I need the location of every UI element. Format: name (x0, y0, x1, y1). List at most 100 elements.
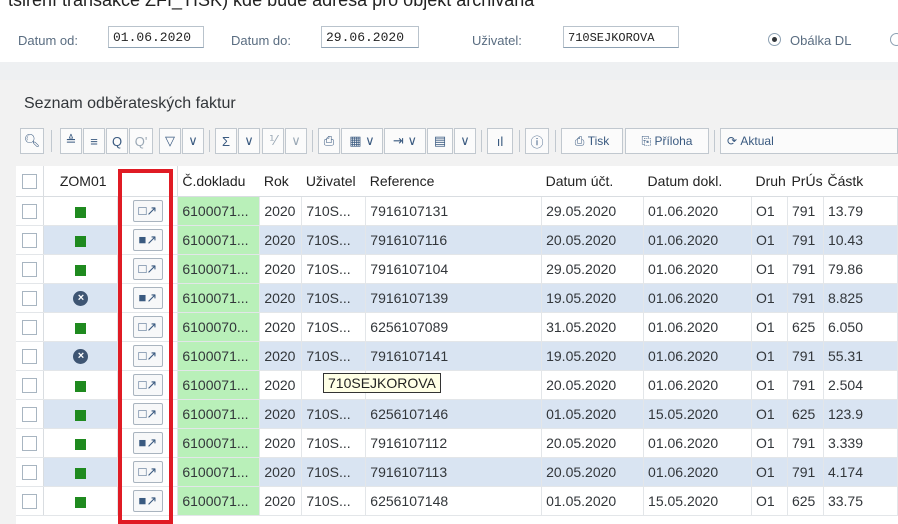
views-icon[interactable]: ▦ ∨ (341, 128, 383, 154)
sort-ascending-icon[interactable]: ≜ (60, 128, 82, 154)
row-checkbox[interactable] (16, 341, 45, 371)
checkbox-icon (22, 494, 38, 510)
second-radio[interactable] (890, 33, 898, 46)
year-cell: 2020 (259, 399, 303, 429)
row-checkbox[interactable] (16, 457, 45, 487)
green-square-icon (75, 206, 87, 218)
pru-cell: 791 (787, 225, 824, 255)
reference-cell: 6256107146 (365, 399, 543, 429)
year-cell: 2020 (259, 225, 303, 255)
magnifier-icon[interactable]: 🔍︎ (20, 128, 44, 154)
doc-date-cell: 01.06.2020 (643, 196, 752, 226)
kind-cell: O1 (751, 283, 788, 313)
column-header-doc-number[interactable]: Č.dokladu (177, 166, 260, 197)
row-checkbox[interactable] (16, 196, 45, 226)
column-header-doc-date[interactable]: Datum dokl. (643, 166, 752, 197)
envelope-dl-label: Obálka DL (790, 33, 852, 48)
status-cell (43, 225, 119, 255)
user-field[interactable]: 710SEJKOROVA (563, 26, 679, 48)
column-header-reference[interactable]: Reference (365, 166, 542, 197)
date-from-field[interactable]: 01.06.2020 (108, 26, 204, 48)
row-checkbox[interactable] (16, 283, 45, 313)
sum-dropdown-icon[interactable]: ∨ (238, 128, 260, 154)
user-cell: 710S... (301, 196, 367, 226)
export-icon[interactable]: ⇥ ∨ (384, 128, 426, 154)
kind-cell: O1 (751, 370, 788, 400)
reference-cell: 6256107089 (365, 312, 543, 342)
doc-number-cell: 6100071... (177, 399, 261, 429)
column-header-kind[interactable]: Druh (751, 166, 788, 197)
row-checkbox[interactable] (16, 370, 45, 400)
select-all-checkbox[interactable] (16, 166, 45, 197)
row-checkbox[interactable] (16, 486, 45, 516)
doc-date-cell: 01.06.2020 (643, 254, 752, 284)
green-square-icon (75, 235, 87, 247)
toolbar-separator (312, 130, 313, 152)
attachment-label: Příloha (654, 134, 693, 148)
column-header-pru[interactable]: PrÚs (787, 166, 824, 197)
info-icon[interactable]: ⓘ (525, 128, 549, 154)
refresh-button[interactable]: ⟳ Aktual (720, 128, 898, 154)
user-cell: 710S... (301, 312, 367, 342)
toolbar-separator (519, 130, 520, 152)
posting-date-cell: 29.05.2020 (541, 196, 645, 226)
row-checkbox[interactable] (16, 225, 45, 255)
column-header-user[interactable]: Uživatel (301, 166, 366, 197)
user-cell: 710S... (301, 486, 367, 516)
layout-dropdown-icon[interactable]: ∨ (454, 128, 476, 154)
column-header-posting-date[interactable]: Datum účt. (541, 166, 644, 197)
filter-dropdown-icon[interactable]: ∨ (182, 128, 204, 154)
column-header-zom01[interactable]: ZOM01 (43, 166, 118, 197)
find-icon[interactable]: Q (106, 128, 128, 154)
amount-cell: 4.174 (823, 457, 898, 487)
posting-date-cell: 19.05.2020 (541, 283, 645, 313)
attachment-button[interactable]: ⎘ Příloha (625, 128, 709, 154)
doc-number-cell: 6100071... (177, 341, 261, 371)
year-cell: 2020 (259, 486, 303, 516)
bar-chart-icon[interactable]: ıl (487, 128, 513, 154)
find-next-icon[interactable]: Q' (129, 128, 153, 154)
posting-date-cell: 29.05.2020 (541, 254, 645, 284)
posting-date-cell: 19.05.2020 (541, 341, 645, 371)
amount-cell: 10.43 (823, 225, 898, 255)
filter-icon[interactable]: ▽ (159, 128, 181, 154)
row-checkbox[interactable] (16, 254, 45, 284)
row-checkbox[interactable] (16, 312, 45, 342)
checkbox-icon (22, 262, 38, 278)
status-cell: × (43, 341, 119, 371)
posting-date-cell: 20.05.2020 (541, 370, 645, 400)
envelope-dl-radio[interactable] (768, 33, 781, 46)
posting-date-cell: 20.05.2020 (541, 457, 645, 487)
amount-cell: 8.825 (823, 283, 898, 313)
checkbox-icon (22, 436, 38, 452)
doc-number-cell: 6100071... (177, 283, 261, 313)
column-header-year[interactable]: Rok (259, 166, 302, 197)
checkbox-icon (22, 465, 38, 481)
kind-cell: O1 (751, 225, 788, 255)
printer-icon[interactable]: ⎙ (318, 128, 340, 154)
subtotal-icon[interactable]: ⅟ (262, 128, 284, 154)
sort-descending-icon[interactable]: ≡ (83, 128, 105, 154)
column-header-amount[interactable]: Částk (823, 166, 898, 197)
row-checkbox[interactable] (16, 428, 45, 458)
subtotal-dropdown-icon[interactable]: ∨ (285, 128, 307, 154)
sum-icon[interactable]: Σ (215, 128, 237, 154)
attachment-icon: ⎘ (641, 133, 655, 148)
toolbar-separator (714, 130, 715, 152)
pru-cell: 625 (787, 399, 824, 429)
print-button[interactable]: ⎙ Tisk (561, 128, 623, 154)
doc-date-cell: 01.06.2020 (643, 457, 752, 487)
date-to-field[interactable]: 29.06.2020 (321, 26, 419, 48)
status-cell (43, 486, 119, 516)
user-cell: 710S... (301, 399, 367, 429)
doc-number-cell: 6100071... (177, 428, 261, 458)
user-tooltip: 710SEJKOROVA (323, 373, 441, 393)
row-checkbox[interactable] (16, 399, 45, 429)
toolbar-separator (51, 130, 52, 152)
reference-cell: 6256107148 (365, 486, 543, 516)
doc-number-cell: 6100071... (177, 486, 261, 516)
layout-icon[interactable]: ▤ (427, 128, 453, 154)
doc-date-cell: 15.05.2020 (643, 399, 752, 429)
doc-number-cell: 6100071... (177, 225, 261, 255)
checkbox-icon (22, 233, 38, 249)
